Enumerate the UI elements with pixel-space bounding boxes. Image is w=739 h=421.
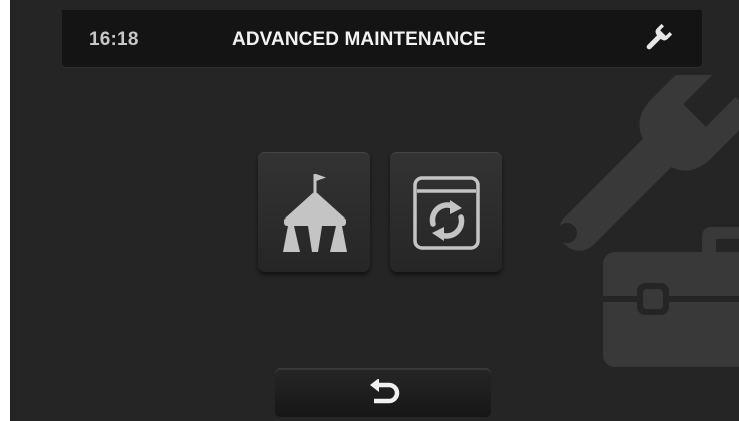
- clock: 16:18: [89, 29, 139, 50]
- circus-tent-button[interactable]: [258, 152, 370, 272]
- circus-tent-icon: [283, 174, 347, 252]
- back-button[interactable]: [275, 369, 491, 417]
- refresh-panel-button[interactable]: [390, 152, 502, 272]
- background-toolbox-icon: [603, 227, 739, 367]
- refresh-panel-icon: [413, 176, 480, 250]
- wrench-icon: [642, 22, 674, 54]
- background-decoration: [557, 75, 739, 367]
- page-title: ADVANCED MAINTENANCE: [232, 29, 486, 50]
- header-bar: 16:18 ADVANCED MAINTENANCE: [62, 10, 702, 67]
- undo-arrow-icon: [370, 379, 400, 404]
- maintenance-screen: 16:18 ADVANCED MAINTENANCE: [10, 0, 739, 421]
